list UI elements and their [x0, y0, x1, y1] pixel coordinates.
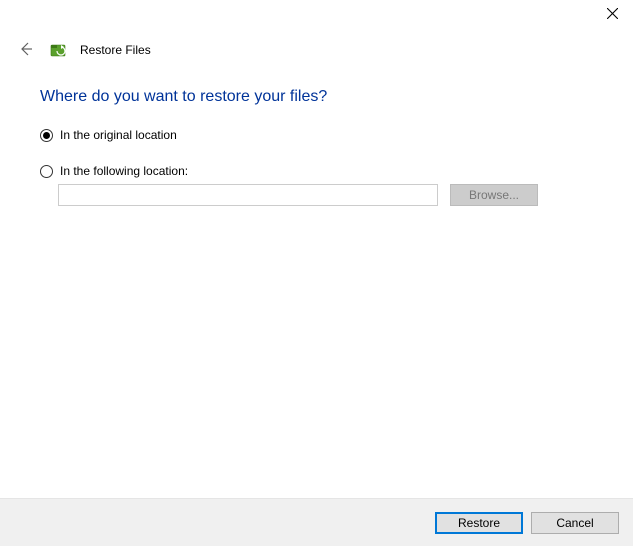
radio-original-location[interactable]: In the original location	[40, 128, 595, 142]
restore-button[interactable]: Restore	[435, 512, 523, 534]
page-heading: Where do you want to restore your files?	[40, 88, 595, 106]
wizard-content: Where do you want to restore your files?…	[40, 80, 595, 206]
back-arrow-icon	[18, 41, 34, 60]
restore-files-icon	[50, 41, 68, 59]
radio-icon	[40, 129, 53, 142]
back-button[interactable]	[14, 38, 38, 62]
close-button[interactable]	[590, 0, 635, 30]
window-title: Restore Files	[80, 43, 151, 57]
path-row: Browse...	[58, 184, 595, 206]
radio-original-label: In the original location	[60, 128, 177, 142]
radio-icon	[40, 165, 53, 178]
cancel-button[interactable]: Cancel	[531, 512, 619, 534]
browse-button: Browse...	[450, 184, 538, 206]
close-icon	[607, 8, 618, 22]
radio-following-label: In the following location:	[60, 164, 188, 178]
radio-following-location[interactable]: In the following location:	[40, 164, 595, 178]
wizard-header: Restore Files	[14, 38, 151, 62]
restore-path-input[interactable]	[58, 184, 438, 206]
wizard-footer: Restore Cancel	[0, 498, 633, 546]
